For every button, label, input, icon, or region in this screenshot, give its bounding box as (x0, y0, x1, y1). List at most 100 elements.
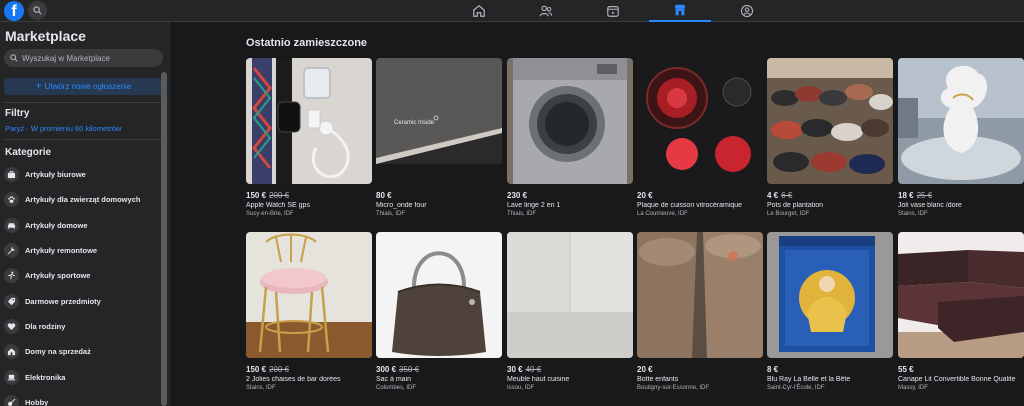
listing-image[interactable] (767, 232, 893, 358)
listing-image[interactable]: Ceramic Inside (376, 58, 502, 184)
listing-card[interactable]: 150 €200 € Apple Watch SE gps Sucy-en-Br… (246, 58, 372, 217)
marketplace-search-input[interactable] (22, 53, 162, 63)
listing-image[interactable] (376, 232, 502, 358)
nav-tab-watch[interactable] (582, 0, 644, 22)
sidebar-scrollbar[interactable] (161, 72, 167, 406)
category-item-electronics[interactable]: Elektronika (4, 364, 160, 389)
old-price: 40 € (525, 365, 542, 374)
listing-price: 4 €6 € (767, 191, 893, 200)
price-value: 8 € (767, 365, 779, 374)
listing-price: 55 € (898, 365, 1024, 374)
boots-photo (637, 232, 763, 358)
category-item-hobbies[interactable]: Hobby (4, 390, 160, 406)
price-value: 150 € (246, 365, 267, 374)
listing-price: 30 €40 € (507, 365, 633, 374)
category-item-family[interactable]: Dla rodziny (4, 314, 160, 339)
categories-heading: Kategorie (5, 147, 52, 158)
listing-image[interactable] (246, 58, 372, 184)
category-label: Domy na sprzedaż (25, 347, 91, 357)
price-value: 150 € (246, 191, 267, 200)
nav-tab-friends[interactable] (515, 0, 577, 22)
facebook-logo[interactable]: f (4, 1, 24, 21)
listing-location: Sucy-en-Brie, IDF (246, 211, 294, 217)
listing-card[interactable]: 55 € Canape Lit Convertible Bonne Qualit… (898, 232, 1024, 391)
category-icon-wrap (4, 167, 19, 183)
pots-photo (767, 58, 893, 184)
listing-image[interactable] (507, 232, 633, 358)
sofa-icon (7, 222, 16, 229)
listing-title: Pots de plantation (767, 202, 824, 209)
listing-card[interactable]: 4 €6 € Pots de plantation Le Bourget, ID… (767, 58, 893, 217)
category-label: Dla rodziny (25, 321, 66, 331)
listing-location: Colombes, IDF (376, 385, 417, 391)
listing-card[interactable]: 230 € Lave linge 2 en 1 Thiais, IDF (507, 58, 633, 217)
listing-image[interactable] (767, 58, 893, 184)
listing-price: 8 € (767, 365, 893, 374)
cabinet-photo (507, 232, 633, 358)
listing-location: Boutigny-sur-Essonne, IDF (637, 385, 710, 391)
listing-image[interactable] (637, 232, 763, 358)
category-item-office[interactable]: Artykuły biurowe (4, 162, 160, 187)
listing-image[interactable] (507, 58, 633, 184)
old-price: 25 € (916, 191, 933, 200)
home-icon (473, 4, 485, 17)
listing-image[interactable] (898, 58, 1024, 184)
listing-price: 80 € (376, 191, 502, 200)
price-value: 80 € (376, 191, 392, 200)
nav-tab-home[interactable] (448, 0, 510, 22)
laptop-icon (7, 374, 16, 380)
listing-location: Massy, IDF (898, 385, 928, 391)
listing-image[interactable] (246, 232, 372, 358)
category-icon-wrap (4, 192, 19, 208)
listing-title: Blu Ray La Belle et la Bête (767, 376, 851, 383)
listing-card[interactable]: 18 €25 € Joli vase blanc /dore Stains, I… (898, 58, 1024, 217)
listing-price: 150 €200 € (246, 191, 372, 200)
listing-title: Botte enfants (637, 376, 679, 383)
listing-image[interactable] (637, 58, 763, 184)
heart-icon (7, 323, 16, 331)
create-listing-button[interactable]: + Utwórz nowe ogłoszenie (4, 78, 163, 95)
old-price: 350 € (399, 365, 420, 374)
listing-title: Plaque de cuisson vitrocéramique (637, 202, 743, 209)
category-item-free-stuff[interactable]: Darmowe przedmioty (4, 288, 160, 313)
listing-card[interactable]: 150 €200 € 2 Jolies chaises de bar dorée… (246, 232, 372, 391)
listing-image[interactable] (898, 232, 1024, 358)
listing-card[interactable]: 8 € Blu Ray La Belle et la Bête Saint-Cy… (767, 232, 893, 391)
listing-title: Joli vase blanc /dore (898, 202, 962, 209)
category-item-homes-for-sale[interactable]: Domy na sprzedaż (4, 339, 160, 364)
recent-listings-heading: Ostatnio zamieszczone (246, 37, 368, 49)
listing-price: 18 €25 € (898, 191, 1024, 200)
listing-card[interactable]: 300 €350 € Sac à main Colombes, IDF (376, 232, 502, 391)
category-icon-wrap (4, 318, 19, 334)
listing-card[interactable]: Ceramic Inside 80 € Micro_onde four Thia… (376, 58, 502, 217)
category-item-sports[interactable]: Artykuły sportowe (4, 263, 160, 288)
location-filter-link[interactable]: Paryż · W promieniu 60 kilometrów (5, 124, 121, 133)
listing-card[interactable]: 20 € Plaque de cuisson vitrocéramique La… (637, 58, 763, 217)
search-icon (10, 54, 18, 62)
nav-tab-groups[interactable] (716, 0, 778, 22)
marketplace-sidebar: Marketplace + Utwórz nowe ogłoszenie Fil… (0, 22, 170, 406)
category-label: Artykuły biurowe (25, 170, 86, 180)
listing-card[interactable]: 30 €40 € Meuble haut cuisine Issou, IDF (507, 232, 633, 391)
listing-location: Thiais, IDF (507, 211, 537, 217)
price-value: 20 € (637, 191, 653, 200)
category-item-home-goods[interactable]: Artykuły domowe (4, 213, 160, 238)
divider (4, 139, 161, 140)
category-icon-wrap (4, 217, 19, 233)
search-button[interactable] (28, 1, 47, 20)
house-icon (7, 348, 16, 356)
listing-price: 150 €200 € (246, 365, 372, 374)
category-item-pets[interactable]: Artykuły dla zwierząt domowych (4, 187, 160, 212)
divider (4, 102, 161, 103)
cooktop-photo (637, 58, 763, 184)
nav-tab-marketplace[interactable] (649, 0, 711, 22)
marketplace-search[interactable] (4, 49, 163, 67)
category-item-home-improvement[interactable]: Artykuły remontowe (4, 238, 160, 263)
category-label: Artykuły sportowe (25, 271, 91, 281)
washer-photo (507, 58, 633, 184)
category-label: Elektronika (25, 372, 66, 382)
bag-photo (376, 232, 502, 358)
sidebar-scrollbar-thumb[interactable] (161, 72, 167, 406)
listing-card[interactable]: 20 € Botte enfants Boutigny-sur-Essonne,… (637, 232, 763, 391)
price-value: 55 € (898, 365, 914, 374)
